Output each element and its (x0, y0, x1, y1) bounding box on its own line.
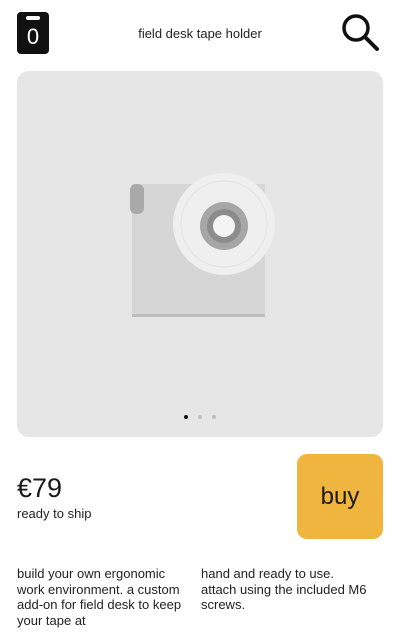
cart-count: 0 (26, 24, 40, 49)
cart-button[interactable]: 0 (17, 12, 49, 54)
description-column-2: hand and ready to use. attach using the … (201, 566, 367, 612)
search-button[interactable] (338, 10, 382, 54)
price: €79 (17, 473, 63, 503)
buy-button[interactable]: buy (297, 454, 383, 539)
shipping-status: ready to ship (17, 506, 92, 521)
page-title: field desk tape holder (138, 26, 262, 41)
carousel-dots (17, 415, 383, 419)
carousel-dot[interactable] (212, 415, 216, 419)
header: 0 field desk tape holder (0, 0, 400, 70)
search-icon (342, 14, 379, 51)
description-column-1: build your own ergonomic work environmen… (17, 566, 182, 628)
bag-handle-icon (26, 16, 40, 20)
product-image (130, 173, 275, 317)
carousel-dot[interactable] (198, 415, 202, 419)
product-gallery[interactable] (17, 71, 383, 437)
carousel-dot[interactable] (184, 415, 188, 419)
